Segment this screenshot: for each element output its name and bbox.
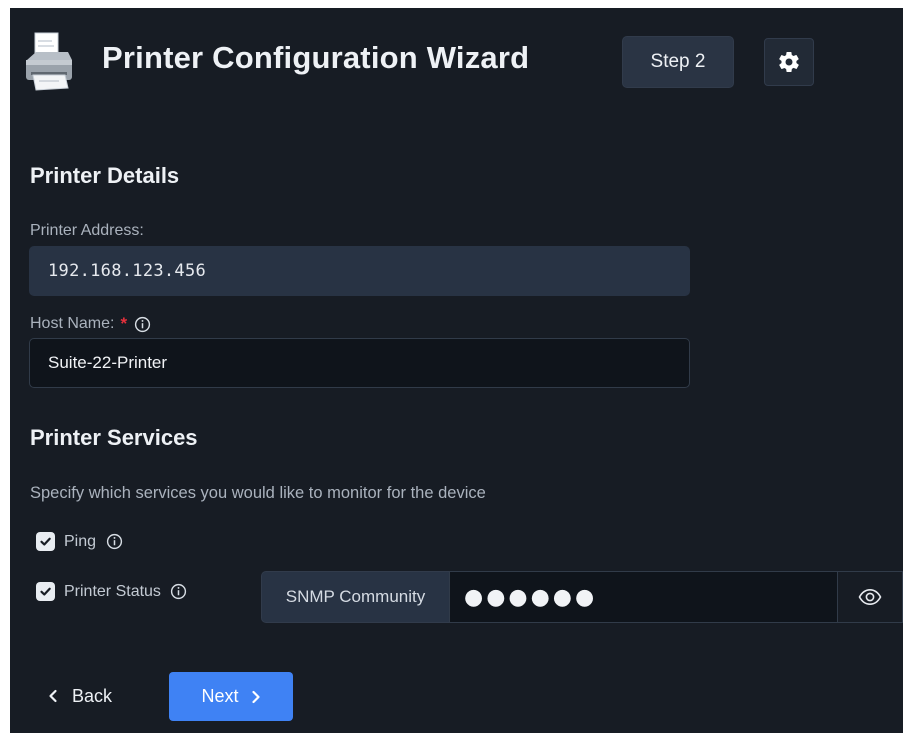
host-name-label-text: Host Name: xyxy=(30,315,115,332)
printer-status-checkbox-row[interactable]: Printer Status xyxy=(36,582,188,601)
next-label: Next xyxy=(201,686,239,706)
back-button[interactable]: Back xyxy=(48,672,148,720)
ping-checkbox-row[interactable]: Ping xyxy=(36,532,123,551)
printer-address-label: Printer Address: xyxy=(30,222,144,240)
required-mark: * xyxy=(120,314,128,333)
info-icon[interactable] xyxy=(133,315,151,333)
chevron-left-icon xyxy=(48,689,58,703)
host-name-label: Host Name: * xyxy=(30,314,151,334)
app-title: Printer Configuration Wizard xyxy=(102,40,530,75)
printer-address-label-text: Printer Address: xyxy=(30,222,144,239)
wizard-window: Printer Configuration Wizard Step 2 Prin… xyxy=(10,8,903,733)
checkmark-icon xyxy=(40,537,51,546)
settings-button[interactable] xyxy=(764,38,814,86)
printer-address-input[interactable] xyxy=(29,246,690,296)
reveal-password-button[interactable] xyxy=(838,571,903,623)
printer-status-checkbox[interactable] xyxy=(36,582,55,601)
printer-services-heading: Printer Services xyxy=(30,425,198,450)
printer-icon xyxy=(26,32,72,91)
info-icon[interactable] xyxy=(105,533,123,551)
next-button[interactable]: Next xyxy=(169,672,293,721)
checkmark-icon xyxy=(40,587,51,596)
printer-status-label: Printer Status xyxy=(64,582,161,600)
step-badge: Step 2 xyxy=(622,36,734,88)
snmp-community-input[interactable] xyxy=(449,571,838,623)
snmp-community-group: SNMP Community xyxy=(261,571,903,623)
snmp-community-label: SNMP Community xyxy=(261,571,449,623)
eye-icon xyxy=(858,588,882,606)
back-label: Back xyxy=(72,685,113,706)
info-icon[interactable] xyxy=(170,583,188,601)
wizard-header: Printer Configuration Wizard Step 2 xyxy=(10,8,903,118)
ping-checkbox[interactable] xyxy=(36,532,55,551)
chevron-right-icon xyxy=(251,690,261,704)
host-name-input[interactable] xyxy=(29,338,690,388)
gear-icon xyxy=(779,52,799,72)
ping-label: Ping xyxy=(64,532,97,550)
printer-details-heading: Printer Details xyxy=(30,163,180,188)
services-description: Specify which services you would like to… xyxy=(30,484,486,502)
